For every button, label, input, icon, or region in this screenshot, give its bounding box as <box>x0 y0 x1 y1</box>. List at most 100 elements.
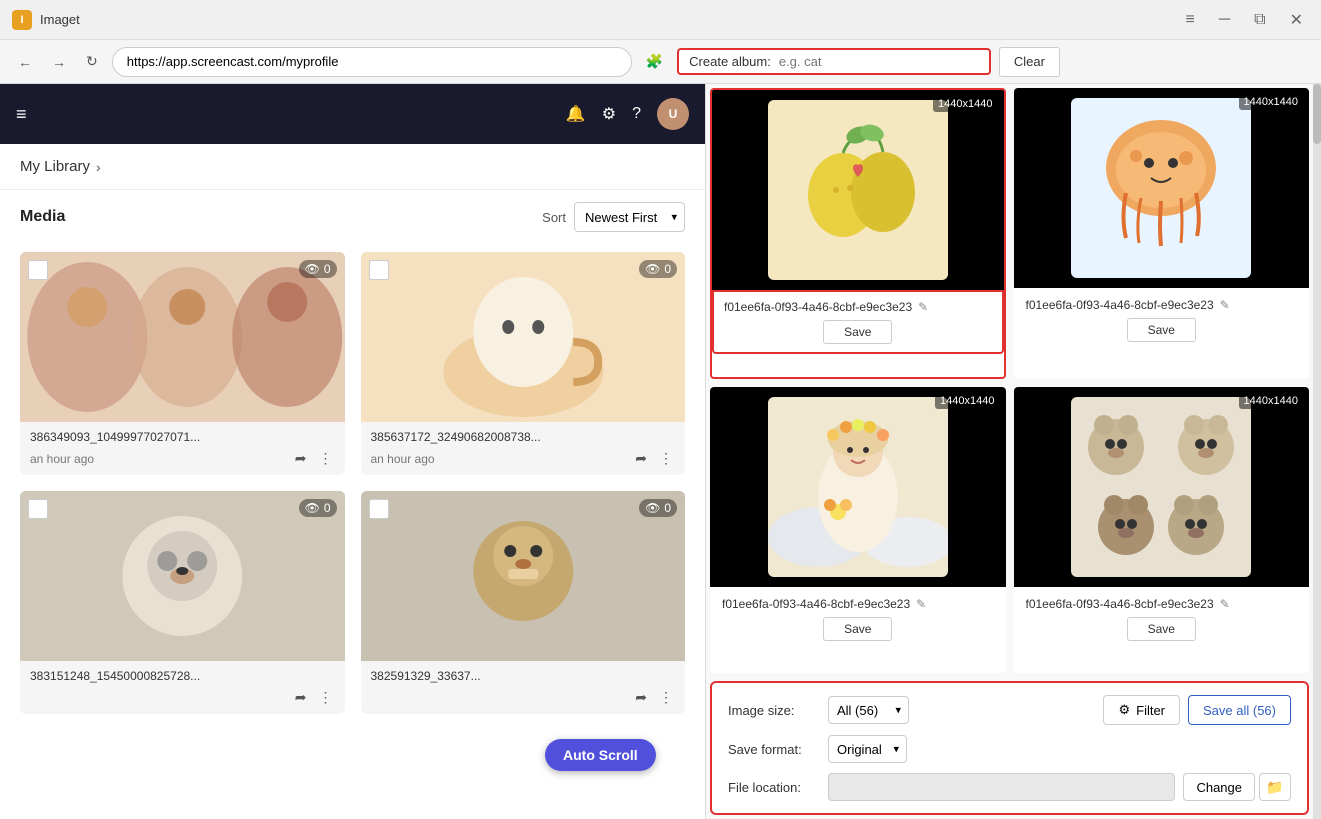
image-name-4: f01ee6fa-0f93-4a46-8cbf-e9ec3e23 <box>1026 597 1214 611</box>
file-location-label: File location: <box>728 780 828 795</box>
image-card-bottom-4: f01ee6fa-0f93-4a46-8cbf-e9ec3e23 ✎ Save <box>1014 587 1310 651</box>
auto-scroll-button[interactable]: Auto Scroll <box>545 739 656 771</box>
url-bar[interactable] <box>112 47 632 77</box>
more-button-3[interactable]: ⋮ <box>317 687 335 708</box>
eye-icon-3: 👁 <box>305 501 320 515</box>
more-button-2[interactable]: ⋮ <box>657 448 675 469</box>
edit-icon-4[interactable]: ✎ <box>1220 597 1230 611</box>
media-grid: 👁 0 <box>0 244 705 722</box>
left-panel: ≡ 🔔 ⚙ ? U My Library › Media Sort <box>0 84 706 819</box>
table-row[interactable]: 👁 0 <box>361 491 686 714</box>
app-icon: I <box>12 10 32 30</box>
hamburger-button[interactable]: ≡ <box>16 104 27 125</box>
image-card-bottom-2: f01ee6fa-0f93-4a46-8cbf-e9ec3e23 ✎ Save <box>1014 288 1310 352</box>
media-card-info-2: 385637172_32490682008738... an hour ago … <box>361 422 686 475</box>
edit-icon-1[interactable]: ✎ <box>918 300 928 314</box>
card-overlay-1: 👁 0 <box>20 252 345 422</box>
back-button[interactable]: ← <box>12 50 38 74</box>
share-button-2[interactable]: ➦ <box>633 448 649 469</box>
clear-button[interactable]: Clear <box>999 47 1060 77</box>
save-button-4[interactable]: Save <box>1127 617 1196 641</box>
more-button-4[interactable]: ⋮ <box>657 687 675 708</box>
image-card-bottom-3: f01ee6fa-0f93-4a46-8cbf-e9ec3e23 ✎ Save <box>710 587 1006 651</box>
save-format-select[interactable]: Original JPG PNG WebP <box>828 735 907 763</box>
card-actions-4: ➦ ⋮ <box>633 687 675 708</box>
media-card-image-1: 👁 0 <box>20 252 345 422</box>
my-library-link[interactable]: My Library <box>20 158 90 175</box>
table-row[interactable]: 👁 0 <box>20 491 345 714</box>
view-count-2: 0 <box>664 262 671 276</box>
close-button[interactable]: ✕ <box>1284 8 1309 32</box>
image-card-content-3: 1440x1440 <box>710 387 1006 587</box>
change-button[interactable]: Change <box>1183 773 1255 801</box>
image-card-content-4: 1440x1440 <box>1014 387 1310 587</box>
save-button-3[interactable]: Save <box>823 617 892 641</box>
card-actions-1: ➦ ⋮ <box>293 448 335 469</box>
save-button-1[interactable]: Save <box>823 320 892 344</box>
addressbar: ← → ↻ 🧩 Create album: Clear <box>0 40 1321 84</box>
table-row[interactable]: 👁 0 <box>20 252 345 475</box>
right-scrollbar[interactable] <box>1313 84 1321 819</box>
settings-button[interactable]: ⚙ <box>602 104 616 124</box>
card-checkbox-1[interactable] <box>28 260 48 280</box>
media-card-image-3: 👁 0 <box>20 491 345 661</box>
share-button-3[interactable]: ➦ <box>293 687 309 708</box>
jellyfish-art <box>1071 98 1251 278</box>
extensions-button[interactable]: 🧩 <box>640 49 669 74</box>
more-button-1[interactable]: ⋮ <box>317 448 335 469</box>
card-views-2: 👁 0 <box>639 260 677 278</box>
image-grid: 1440x1440 <box>706 84 1313 677</box>
table-row[interactable]: 👁 0 <box>361 252 686 475</box>
save-button-2[interactable]: Save <box>1127 318 1196 342</box>
card-filename-3: 383151248_15450000825728... <box>30 669 335 683</box>
share-button-4[interactable]: ➦ <box>633 687 649 708</box>
image-dim-2: 1440x1440 <box>1239 94 1303 110</box>
avatar[interactable]: U <box>657 98 689 130</box>
right-panel: 1440x1440 <box>706 84 1321 819</box>
image-card-1[interactable]: 1440x1440 <box>710 88 1006 379</box>
card-checkbox-3[interactable] <box>28 499 48 519</box>
image-card-2[interactable]: 1440x1440 <box>1014 88 1310 379</box>
sort-select[interactable]: Newest First Oldest First Name A-Z Name … <box>574 202 685 232</box>
edit-icon-2[interactable]: ✎ <box>1220 298 1230 312</box>
card-filename-1: 386349093_10499977027071... <box>30 430 335 444</box>
notifications-button[interactable]: 🔔 <box>566 104 586 124</box>
media-card-info-4: 382591329_33637... ➦ ⋮ <box>361 661 686 714</box>
image-card-4[interactable]: 1440x1440 <box>1014 387 1310 674</box>
library-nav: My Library › <box>0 144 705 190</box>
right-scroll-thumb <box>1313 84 1321 144</box>
card-filename-2: 385637172_32490682008738... <box>371 430 676 444</box>
image-card-content-2: 1440x1440 <box>1014 88 1310 288</box>
image-name-1: f01ee6fa-0f93-4a46-8cbf-e9ec3e23 <box>724 300 912 314</box>
create-album-input[interactable] <box>779 54 979 69</box>
forward-button[interactable]: → <box>46 50 72 74</box>
help-button[interactable]: ? <box>632 105 641 123</box>
save-all-button[interactable]: Save all (56) <box>1188 695 1291 725</box>
sort-label: Sort <box>542 210 566 225</box>
restore-button[interactable]: ⧉ <box>1248 9 1271 31</box>
image-dim-4: 1440x1440 <box>1239 393 1303 409</box>
header-bar: ≡ 🔔 ⚙ ? U <box>0 84 705 144</box>
image-size-select[interactable]: All (56) Small Medium Large <box>828 696 909 724</box>
media-card-info-1: 386349093_10499977027071... an hour ago … <box>20 422 345 475</box>
menu-button[interactable]: ≡ <box>1179 9 1200 31</box>
minimize-button[interactable]: ─ <box>1213 9 1236 31</box>
file-location-row: File location: Change 📁 <box>728 773 1291 801</box>
image-card-content-1: 1440x1440 <box>712 90 1004 290</box>
girl-flowers-art <box>768 397 948 577</box>
card-checkbox-4[interactable] <box>369 499 389 519</box>
eye-icon-4: 👁 <box>645 501 660 515</box>
titlebar-left: I Imaget <box>12 10 80 30</box>
view-count-3: 0 <box>324 501 331 515</box>
card-checkbox-2[interactable] <box>369 260 389 280</box>
edit-icon-3[interactable]: ✎ <box>916 597 926 611</box>
filter-button[interactable]: ⚙ Filter <box>1103 695 1180 725</box>
card-meta-1: an hour ago ➦ ⋮ <box>30 448 335 469</box>
image-card-3[interactable]: 1440x1440 <box>710 387 1006 674</box>
refresh-button[interactable]: ↻ <box>80 49 104 74</box>
file-location-input[interactable] <box>828 773 1175 801</box>
image-card-bottom-1: f01ee6fa-0f93-4a46-8cbf-e9ec3e23 ✎ Save <box>712 290 1004 354</box>
image-size-label: Image size: <box>728 703 828 718</box>
folder-button[interactable]: 📁 <box>1259 773 1291 801</box>
share-button-1[interactable]: ➦ <box>293 448 309 469</box>
